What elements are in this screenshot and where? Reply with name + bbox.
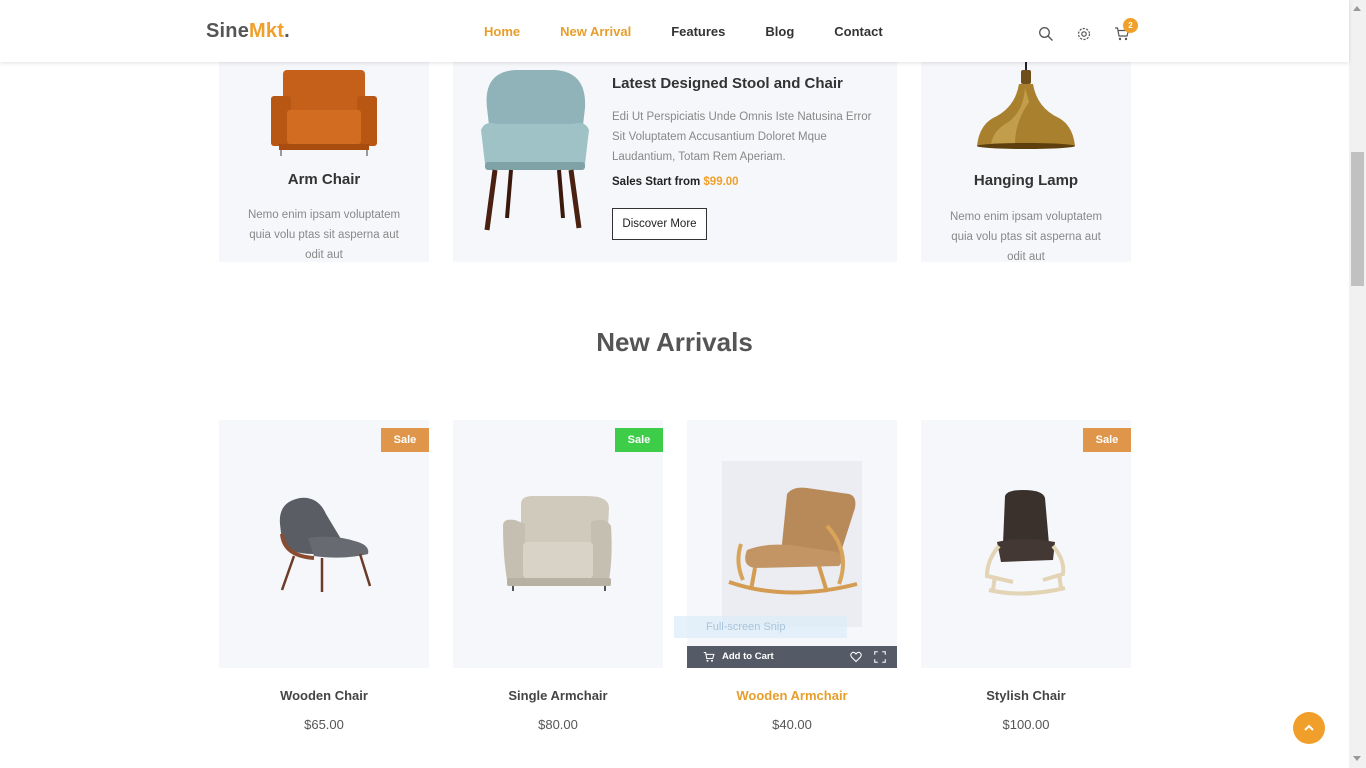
product-price: $80.00 [538,717,578,732]
fullscreen-icon[interactable] [874,651,886,663]
logo[interactable]: SineMkt. [206,20,290,43]
product-card[interactable]: Sale [921,420,1131,668]
lamp-desc: Nemo enim ipsam voluptatem quia volu pta… [949,211,1103,263]
hanging-lamp-image [977,58,1075,149]
nav-home[interactable]: Home [484,24,520,39]
product-hover-actions: Add to Cart [687,646,897,668]
new-arrivals-heading: New Arrivals [596,327,753,357]
product-name[interactable]: Wooden Armchair [687,688,897,703]
promo-sale-price: $99.00 [703,176,739,188]
sale-badge: Sale [381,428,429,452]
product-name[interactable]: Wooden Chair [219,688,429,703]
scroll-down-arrow[interactable] [1353,756,1361,761]
logo-text: Sine [206,20,250,42]
armchair-card[interactable]: Arm Chair Nemo enim ipsam voluptatem qui… [219,62,429,262]
search-icon[interactable] [1038,26,1054,42]
add-to-cart-button[interactable]: Add to Cart [722,651,774,662]
promo-card: Latest Designed Stool and Chair Edi Ut P… [453,62,897,262]
armchair-title[interactable]: Arm Chair [219,171,429,188]
page-scrollbar[interactable] [1349,0,1366,768]
nav-new-arrival[interactable]: New Arrival [560,24,631,39]
header: SineMkt. Home New Arrival Features Blog … [0,0,1349,62]
back-to-top-button[interactable] [1293,712,1325,744]
lamp-card[interactable]: Hanging Lamp Nemo enim ipsam voluptatem … [921,58,1131,263]
promo-title: Latest Designed Stool and Chair [612,75,843,92]
promo-sale-text: Sales Start from $99.00 [612,176,739,188]
nav-features[interactable]: Features [671,24,725,39]
full-screen-snip-tooltip: Full-screen Snip [674,616,847,638]
wooden-armchair-image [728,487,858,595]
discover-more-button[interactable]: Discover More [612,208,707,240]
nav-blog[interactable]: Blog [765,24,794,39]
product-price: $65.00 [304,717,344,732]
cart-icon[interactable] [703,651,715,663]
stool-chair-image [481,70,589,231]
wooden-chair-image [279,497,372,592]
nav-contact[interactable]: Contact [834,24,882,39]
product-card[interactable]: Sale [219,420,429,668]
promo-sale-label: Sales Start from [612,176,701,188]
cart-count-badge: 2 [1123,18,1138,33]
product-name[interactable]: Stylish Chair [921,688,1131,703]
stylish-chair-image [984,490,1066,596]
scroll-thumb[interactable] [1351,152,1364,286]
product-card[interactable]: Sale [453,420,663,668]
heart-icon[interactable] [850,651,862,663]
sale-badge: Sale [1083,428,1131,452]
main-nav: Home New Arrival Features Blog Contact [484,24,923,39]
single-armchair-image [503,496,612,591]
product-price: $100.00 [1002,717,1050,732]
chevron-up-icon [1304,724,1314,731]
product-price: $40.00 [772,717,812,732]
settings-icon[interactable] [1076,26,1092,42]
scroll-up-arrow[interactable] [1353,6,1361,11]
logo-accent-text: Mkt [249,20,285,42]
armchair-image [271,70,377,156]
armchair-desc: Nemo enim ipsam voluptatem quia volu pta… [247,209,401,261]
sale-badge: Sale [615,428,663,452]
product-name[interactable]: Single Armchair [453,688,663,703]
lamp-title[interactable]: Hanging Lamp [921,172,1131,189]
promo-desc: Edi Ut Perspiciatis Unde Omnis Iste Natu… [612,111,872,163]
logo-dot: . [284,20,290,42]
